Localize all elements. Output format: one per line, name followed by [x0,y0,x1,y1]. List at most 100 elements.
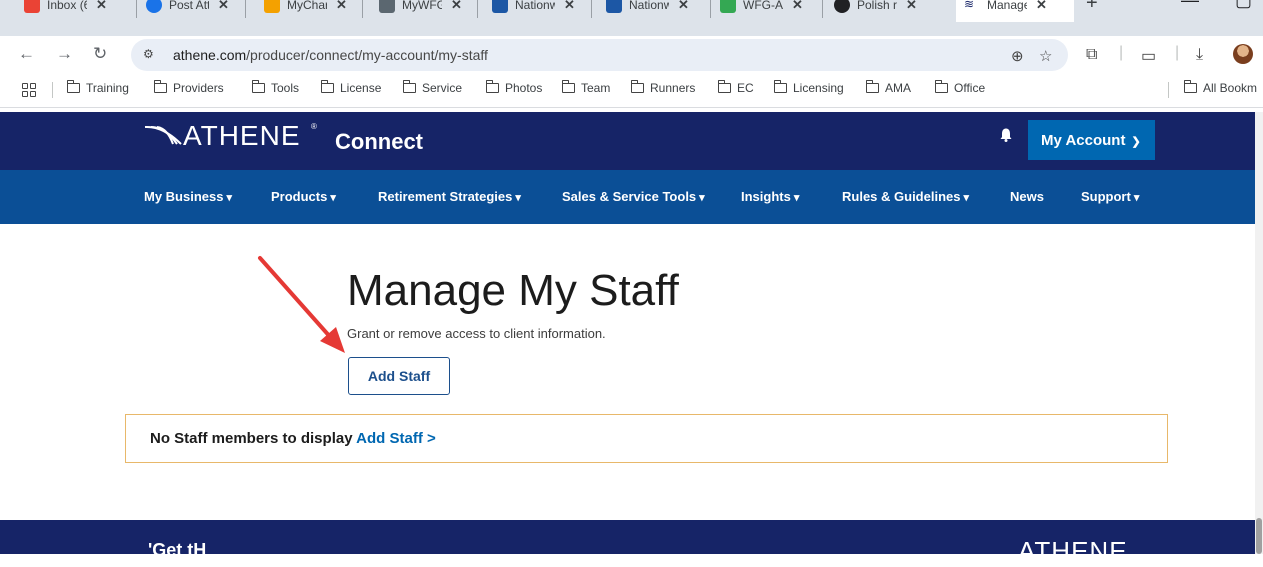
bookmark-folder[interactable]: Photos [485,80,542,95]
nav-retirement-strategies[interactable]: Retirement Strategies ▾ [378,189,521,204]
bookmark-folder[interactable]: AMA [865,80,912,95]
bookmark-label: Providers [173,81,224,95]
all-bookmarks-folder[interactable]: All Bookm [1183,80,1258,95]
close-icon[interactable]: ✕ [336,0,347,13]
notifications-bell-icon[interactable] [1000,128,1012,142]
browser-tab[interactable]: WFG-AN ✕ [712,0,811,22]
tab-title: WFG-AN [743,0,783,12]
folder-icon [485,80,499,93]
add-staff-button[interactable]: Add Staff [348,357,450,395]
nav-label: Insights [741,189,791,204]
close-icon[interactable]: ✕ [1036,0,1047,13]
browser-tab[interactable]: Nationw ✕ [484,0,583,22]
bookmark-folder[interactable]: Providers [153,80,224,95]
folder-icon [630,80,644,93]
nav-news[interactable]: News [1010,189,1044,204]
url-text[interactable]: athene.com/producer/connect/my-account/m… [173,47,488,63]
nav-label: Products [271,189,328,204]
nav-sales-service-tools[interactable]: Sales & Service Tools ▾ [562,189,705,204]
empty-message-text: No Staff members to display [150,430,353,447]
download-icon[interactable]: ⤓ [1196,46,1203,64]
zoom-magnifier-icon[interactable]: ⊕ [1011,47,1024,65]
close-icon[interactable]: ✕ [564,0,575,13]
reload-icon[interactable]: ↻ [93,44,107,64]
bookmark-folder[interactable]: Runners [630,80,695,95]
bookmark-folder[interactable]: EC [717,80,754,95]
folder-icon [865,80,879,93]
tab-title: Polish re [857,0,897,12]
nav-rules-guidelines[interactable]: Rules & Guidelines ▾ [842,189,969,204]
bookmarks-divider [1168,82,1169,98]
close-icon[interactable]: ✕ [678,0,689,13]
browser-tab[interactable]: MyChart ✕ [256,0,355,22]
nav-label: Rules & Guidelines [842,189,961,204]
bookmarks-bar: Training Providers Tools License Service… [0,72,1263,108]
folder-icon [251,80,265,93]
close-icon[interactable]: ✕ [906,0,917,13]
my-account-button[interactable]: My Account ❯ [1028,120,1155,160]
folder-icon [402,80,416,93]
nav-my-business[interactable]: My Business ▾ [144,189,232,204]
new-tab-plus-icon[interactable]: + [1086,0,1098,15]
browser-tab[interactable]: Inbox (6 ✕ [16,0,115,22]
browser-tab[interactable]: Polish re ✕ [826,0,925,22]
folder-icon [320,80,334,93]
annotation-arrow [258,256,345,353]
profile-avatar[interactable] [1233,44,1253,64]
bookmark-folder[interactable]: License [320,80,381,95]
nav-support[interactable]: Support ▾ [1081,189,1139,204]
bookmark-folder[interactable]: Service [402,80,463,95]
scrollbar-thumb[interactable] [1256,518,1262,554]
page-title: Manage My Staff [347,266,679,315]
close-icon[interactable]: ✕ [218,0,229,13]
add-staff-link[interactable]: Add Staff > [356,430,436,447]
bookmarks-divider [52,82,53,98]
browser-tab[interactable]: Nationw ✕ [598,0,697,22]
nav-label: Retirement Strategies [378,189,513,204]
nav-insights[interactable]: Insights ▾ [741,189,799,204]
close-icon[interactable]: ✕ [792,0,803,13]
apps-grid-icon[interactable] [22,83,36,97]
restore-icon[interactable]: ▢ [1235,0,1252,11]
browser-tab-active[interactable]: ≋ Manage ✕ [956,0,1074,22]
tab-divider [362,0,363,18]
address-bar[interactable]: ⚙ athene.com/producer/connect/my-account… [131,39,1068,71]
bookmark-star-icon[interactable]: ☆ [1039,47,1052,65]
url-path: /producer/connect/my-account/my-staff [246,47,488,63]
athene-logo[interactable]: ATHENE [183,120,301,152]
back-arrow-icon[interactable]: ← [18,44,35,64]
bookmark-folder[interactable]: Team [561,80,610,95]
bookmark-folder[interactable]: Tools [251,80,299,95]
tab-title: MyChart [287,0,327,12]
bookmark-folder[interactable]: Licensing [773,80,844,95]
tab-title: Inbox (6 [47,0,87,12]
tab-search-icon[interactable]: ▭ [1141,46,1156,66]
main-nav: My Business ▾ Products ▾ Retirement Strate… [0,170,1255,224]
bookmark-folder[interactable]: Training [66,80,129,95]
bookmark-label: Service [422,81,463,95]
forward-arrow-icon[interactable]: → [56,44,73,64]
nav-products[interactable]: Products ▾ [271,189,336,204]
nav-label: Sales & Service Tools [562,189,697,204]
tab-divider [591,0,592,18]
minimize-icon[interactable]: — [1181,0,1199,11]
bookmark-folder[interactable]: Office [934,80,985,95]
page-scrollbar[interactable] [1255,112,1263,554]
chevron-down-icon: ▾ [330,192,336,204]
bookmark-label: AMA [885,81,912,95]
folder-icon [773,80,787,93]
browser-tab[interactable]: Post Atte ✕ [138,0,237,22]
close-icon[interactable]: ✕ [451,0,462,13]
site-settings-icon[interactable]: ⚙ [143,47,159,63]
mychart-icon [264,0,280,13]
nationwide-icon [492,0,508,13]
tab-title: Post Atte [169,0,209,12]
bookmark-label: All Bookm [1203,81,1258,95]
my-account-label: My Account [1041,131,1126,149]
close-icon[interactable]: ✕ [96,0,107,13]
browser-tab[interactable]: MyWFG ✕ [371,0,470,22]
folder-icon [1183,80,1197,93]
athene-logo-mark-icon[interactable] [143,124,183,146]
extensions-puzzle-icon[interactable]: ⧉ [1086,46,1097,64]
chevron-down-icon: ▾ [699,192,705,204]
